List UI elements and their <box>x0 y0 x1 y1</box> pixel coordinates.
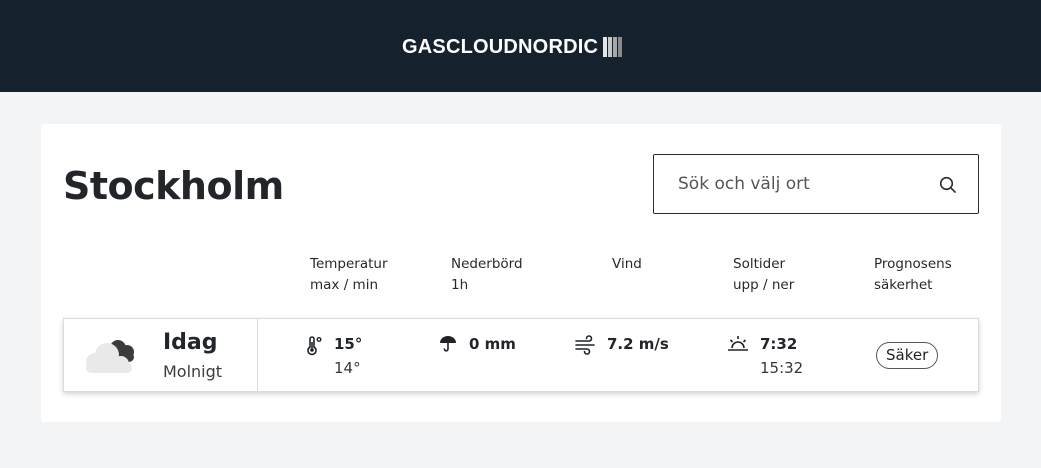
row-divider <box>257 319 258 391</box>
column-header-line1: Vind <box>612 256 642 272</box>
column-header-line1: Soltider <box>733 256 786 272</box>
wind-value: 7.2 m/s <box>607 335 669 353</box>
sunset-time: 15:32 <box>760 359 804 377</box>
temp-min: 14° <box>334 359 361 377</box>
column-header-line1: Nederbörd <box>451 256 523 272</box>
logo-mark-icon <box>603 37 623 57</box>
temp-max: 15° <box>334 335 363 353</box>
column-header-line2: säkerhet <box>874 277 933 293</box>
certainty-badge: Säker <box>876 342 939 369</box>
column-header-precipitation: Nederbörd 1h <box>451 254 523 296</box>
search-icon[interactable] <box>938 175 958 195</box>
umbrella-icon <box>440 336 456 352</box>
column-header-wind: Vind <box>612 254 642 275</box>
logo-text: GASCLOUDNORDIC <box>402 36 599 58</box>
column-header-sun: Soltider upp / ner <box>733 254 794 296</box>
forecast-card: Stockholm Temperatur max / min Nederbörd… <box>41 124 1001 422</box>
forecast-condition: Molnigt <box>163 362 223 381</box>
column-header-certainty: Prognosens säkerhet <box>874 254 952 296</box>
wind-icon <box>575 335 595 355</box>
column-header-line1: Prognosens <box>874 256 952 272</box>
column-header-temperature: Temperatur max / min <box>310 254 388 296</box>
site-logo[interactable]: GASCLOUDNORDIC <box>402 36 623 58</box>
top-bar: GASCLOUDNORDIC <box>0 0 1041 92</box>
column-header-line2: upp / ner <box>733 277 795 293</box>
column-header-line2: 1h <box>451 277 469 293</box>
column-header-line1: Temperatur <box>310 256 388 272</box>
thermometer-icon <box>307 336 322 356</box>
sunrise-icon <box>728 336 748 351</box>
precipitation-value: 0 mm <box>469 335 516 353</box>
forecast-day: Idag <box>163 330 218 355</box>
forecast-row[interactable]: Idag Molnigt 15° 14° 0 mm 7.2 m/s 7:32 1… <box>63 318 979 392</box>
sunrise-time: 7:32 <box>760 335 798 353</box>
column-header-line2: max / min <box>310 277 379 293</box>
location-search <box>653 154 979 214</box>
location-title: Stockholm <box>63 164 284 208</box>
cloudy-icon <box>86 340 134 373</box>
search-input[interactable] <box>678 155 928 213</box>
